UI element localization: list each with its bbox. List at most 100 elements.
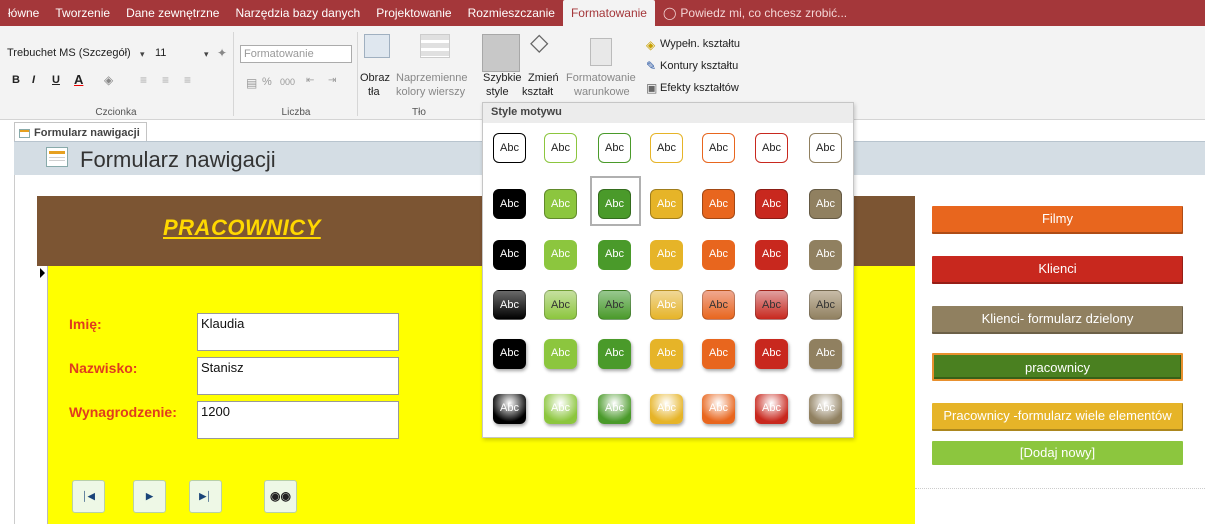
- bold-button[interactable]: B: [12, 74, 20, 86]
- nav-item-add-new[interactable]: [Dodaj nowy]: [932, 441, 1183, 465]
- theme-style-swatch[interactable]: Abc: [650, 240, 683, 270]
- alternate-row-color-button[interactable]: Naprzemienne: [396, 72, 468, 84]
- align-left-icon[interactable]: ≡: [140, 73, 147, 87]
- shape-outline-button[interactable]: Kontury kształtu: [660, 60, 738, 72]
- theme-style-swatch[interactable]: Abc: [650, 339, 683, 369]
- theme-style-swatch[interactable]: Abc: [809, 339, 842, 369]
- nav-item-klienci-split[interactable]: Klienci- formularz dzielony: [932, 306, 1183, 334]
- theme-style-swatch[interactable]: Abc: [702, 189, 735, 219]
- tab-design[interactable]: Projektowanie: [368, 0, 459, 26]
- nav-item-pracownicy-multi[interactable]: Pracownicy -formularz wiele elementów: [932, 403, 1183, 431]
- theme-style-swatch[interactable]: Abc: [493, 394, 526, 424]
- increase-decimal-icon[interactable]: ⇤: [306, 74, 314, 88]
- theme-style-swatch[interactable]: Abc: [544, 133, 577, 163]
- nav-item-filmy[interactable]: Filmy: [932, 206, 1183, 234]
- change-shape-icon[interactable]: ◇: [530, 31, 548, 55]
- theme-style-swatch[interactable]: Abc: [809, 240, 842, 270]
- alternate-row-color-icon[interactable]: [420, 34, 450, 58]
- theme-style-swatch[interactable]: Abc: [598, 394, 631, 424]
- theme-style-swatch[interactable]: Abc: [755, 339, 788, 369]
- theme-style-swatch[interactable]: Abc: [650, 189, 683, 219]
- tab-database-tools[interactable]: Narzędzia bazy danych: [227, 0, 368, 26]
- last-name-field[interactable]: Stanisz: [197, 357, 399, 395]
- highlight-icon[interactable]: ◈: [104, 73, 113, 87]
- theme-style-swatch[interactable]: Abc: [650, 394, 683, 424]
- theme-style-swatch[interactable]: Abc: [544, 394, 577, 424]
- font-name-select[interactable]: Trebuchet MS (Szczegół): [4, 45, 138, 63]
- tab-external-data[interactable]: Dane zewnętrzne: [118, 0, 227, 26]
- theme-style-swatch[interactable]: Abc: [702, 240, 735, 270]
- theme-style-swatch[interactable]: Abc: [493, 240, 526, 270]
- change-shape-button[interactable]: Zmień: [528, 72, 559, 84]
- theme-style-swatch[interactable]: Abc: [702, 339, 735, 369]
- nav-item-pracownicy[interactable]: pracownicy: [932, 353, 1183, 381]
- tab-home[interactable]: łówne: [0, 0, 47, 26]
- theme-style-swatch[interactable]: Abc: [809, 133, 842, 163]
- nav-item-klienci[interactable]: Klienci: [932, 256, 1183, 284]
- align-center-icon[interactable]: ≡: [162, 73, 169, 87]
- theme-style-swatch[interactable]: Abc: [755, 189, 788, 219]
- tab-create[interactable]: Tworzenie: [47, 0, 118, 26]
- theme-style-swatch[interactable]: Abc: [755, 290, 788, 320]
- shape-effects-button[interactable]: Efekty kształtów: [660, 82, 739, 94]
- currency-icon[interactable]: ▤: [246, 76, 257, 90]
- align-right-icon[interactable]: ≡: [184, 73, 191, 87]
- form-title: Formularz nawigacji: [80, 147, 276, 172]
- theme-style-swatch[interactable]: Abc: [493, 133, 526, 163]
- theme-style-swatch[interactable]: Abc: [702, 133, 735, 163]
- decrease-decimal-icon[interactable]: ⇥: [328, 74, 336, 88]
- background-group: Obraz tła Naprzemienne kolory wierszy Tł…: [358, 26, 480, 120]
- theme-style-swatch[interactable]: Abc: [544, 240, 577, 270]
- quick-styles-icon[interactable]: [482, 34, 520, 72]
- chevron-down-icon[interactable]: ▾: [204, 47, 209, 61]
- theme-style-swatch[interactable]: Abc: [755, 133, 788, 163]
- theme-style-swatch[interactable]: Abc: [702, 290, 735, 320]
- theme-style-swatch[interactable]: Abc: [755, 240, 788, 270]
- theme-style-swatch[interactable]: Abc: [809, 394, 842, 424]
- tab-format[interactable]: Formatowanie: [562, 0, 655, 26]
- theme-style-swatch[interactable]: Abc: [598, 290, 631, 320]
- conditional-format-button[interactable]: Formatowanie: [566, 72, 636, 84]
- conditional-format-icon[interactable]: [590, 38, 612, 66]
- salary-field[interactable]: 1200: [197, 401, 399, 439]
- theme-style-swatch[interactable]: Abc: [809, 290, 842, 320]
- theme-style-swatch[interactable]: Abc: [544, 189, 577, 219]
- quick-styles-button[interactable]: Szybkie: [483, 72, 522, 84]
- theme-style-swatch[interactable]: Abc: [598, 189, 631, 219]
- theme-style-swatch[interactable]: Abc: [493, 339, 526, 369]
- theme-style-swatch[interactable]: Abc: [544, 290, 577, 320]
- last-record-icon[interactable]: ▶│: [189, 480, 222, 513]
- format-painter-icon[interactable]: ✦: [217, 46, 227, 60]
- theme-style-swatch[interactable]: Abc: [493, 290, 526, 320]
- number-format-select[interactable]: Formatowanie: [240, 45, 352, 63]
- first-record-icon[interactable]: │◀: [72, 480, 105, 513]
- last-name-label: Nazwisko:: [69, 360, 138, 376]
- percent-button[interactable]: %: [262, 76, 272, 88]
- italic-button[interactable]: I: [32, 74, 35, 86]
- font-size-select[interactable]: 11: [152, 45, 208, 63]
- first-name-field[interactable]: Klaudia: [197, 313, 399, 351]
- theme-style-swatch[interactable]: Abc: [650, 133, 683, 163]
- shape-fill-button[interactable]: Wypełn. kształtu: [660, 38, 740, 50]
- background-image-button[interactable]: Obraz: [360, 72, 390, 84]
- font-color-button[interactable]: A: [74, 72, 83, 87]
- tell-me-box[interactable]: ◯ Powiedz mi, co chcesz zrobić...: [655, 0, 855, 26]
- background-image-icon[interactable]: [364, 34, 390, 58]
- tab-arrange[interactable]: Rozmieszczanie: [460, 0, 563, 26]
- theme-style-swatch[interactable]: Abc: [598, 339, 631, 369]
- underline-button[interactable]: U: [52, 74, 60, 86]
- document-tab[interactable]: Formularz nawigacji: [14, 122, 147, 141]
- theme-style-swatch[interactable]: Abc: [598, 240, 631, 270]
- theme-style-swatch[interactable]: Abc: [755, 394, 788, 424]
- theme-style-swatch[interactable]: Abc: [544, 339, 577, 369]
- chevron-down-icon[interactable]: ▾: [140, 47, 145, 61]
- record-selector[interactable]: [37, 266, 48, 524]
- theme-style-swatch[interactable]: Abc: [702, 394, 735, 424]
- theme-style-swatch[interactable]: Abc: [650, 290, 683, 320]
- find-record-icon[interactable]: ◉◉: [264, 480, 297, 513]
- next-record-icon[interactable]: ▶: [133, 480, 166, 513]
- theme-style-swatch[interactable]: Abc: [598, 133, 631, 163]
- theme-style-swatch[interactable]: Abc: [493, 189, 526, 219]
- thousands-button[interactable]: 000: [280, 77, 295, 87]
- theme-style-swatch[interactable]: Abc: [809, 189, 842, 219]
